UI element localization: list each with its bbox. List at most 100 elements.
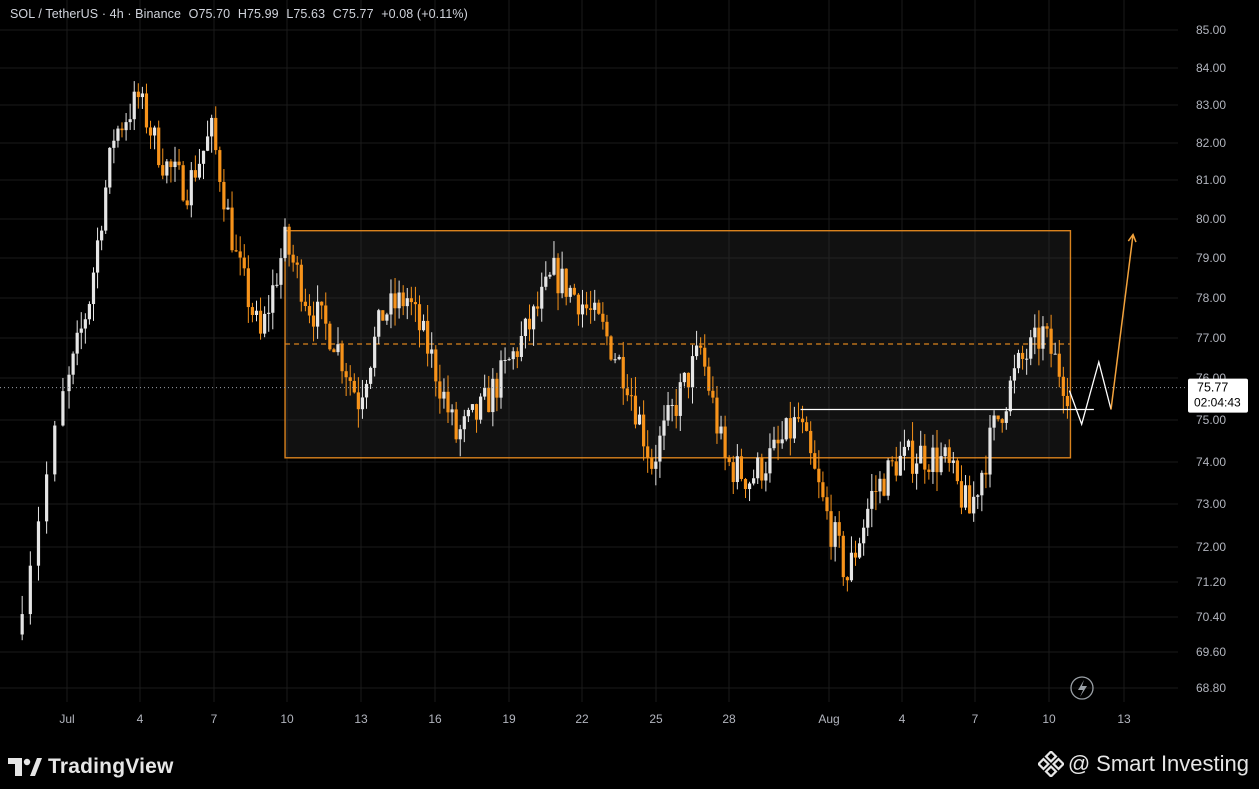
price-chart[interactable]: 85.00 84.00 83.00 82.00 81.00 80.00 79.00 78.00… xyxy=(0,0,1259,736)
candle-body xyxy=(829,511,833,547)
candle-body xyxy=(238,251,242,258)
candle-body xyxy=(116,128,120,141)
candle-body xyxy=(853,552,858,558)
candle-body xyxy=(1037,327,1041,349)
candle-body xyxy=(723,426,727,459)
x-tick-label: Jul xyxy=(59,712,74,726)
candle-body xyxy=(413,302,418,305)
candle-body xyxy=(637,414,642,425)
candle-body xyxy=(1025,358,1029,360)
x-tick-label: 10 xyxy=(280,712,294,726)
candle-body xyxy=(866,508,870,528)
candle-body xyxy=(368,367,373,384)
candle-body xyxy=(629,395,633,397)
candle-body xyxy=(430,349,434,354)
candle-body xyxy=(185,200,189,206)
candle-body xyxy=(662,420,666,436)
x-tick-label: 4 xyxy=(899,712,906,726)
chart-area[interactable]: 85.00 84.00 83.00 82.00 81.00 80.00 79.00 78.00… xyxy=(0,0,1259,789)
candle-body xyxy=(507,359,511,361)
candle-body xyxy=(458,429,462,440)
candle-body xyxy=(654,461,658,469)
candle-body xyxy=(446,391,450,413)
candle-body xyxy=(503,360,507,362)
candle-body xyxy=(792,417,796,439)
candle-body xyxy=(381,310,385,321)
y-tick-label: 69.60 xyxy=(1196,645,1226,659)
credit-name: Smart Investing xyxy=(1096,751,1249,776)
candle-body xyxy=(140,93,144,98)
candle-body xyxy=(642,414,646,447)
candle-body xyxy=(646,446,650,458)
candle-body xyxy=(132,91,136,120)
candle-body xyxy=(772,439,776,449)
candle-body xyxy=(173,161,177,168)
tradingview-logo[interactable]: TradingView xyxy=(8,755,174,779)
candle-body xyxy=(299,264,303,302)
y-tick-label: 80.00 xyxy=(1196,212,1226,226)
candle-body xyxy=(1061,376,1065,396)
candle-body xyxy=(499,360,503,398)
x-tick-label: 10 xyxy=(1042,712,1056,726)
candle-body xyxy=(862,527,866,544)
candle-body xyxy=(650,457,654,469)
candle-body xyxy=(976,495,980,497)
y-tick-label: 83.00 xyxy=(1196,98,1226,112)
candle-body xyxy=(625,388,629,396)
candle-body xyxy=(857,543,862,558)
candle-body xyxy=(784,418,788,440)
candle-body xyxy=(336,344,340,353)
candle-body xyxy=(340,344,344,372)
candle-body xyxy=(927,469,931,472)
tradingview-logo-icon xyxy=(8,758,42,776)
candle-body xyxy=(805,422,809,431)
candle-body xyxy=(601,313,605,322)
y-tick-label: 84.00 xyxy=(1196,61,1226,75)
candle-body xyxy=(1016,352,1021,369)
high-value: H75.99 xyxy=(237,7,279,21)
candle-body xyxy=(67,374,71,392)
candle-body xyxy=(874,490,878,492)
candle-body xyxy=(947,447,951,463)
candle-body xyxy=(483,387,487,397)
price-tag-countdown: 02:04:43 xyxy=(1194,396,1241,410)
candle-body xyxy=(694,345,699,357)
candle-body xyxy=(580,304,585,315)
candle-body xyxy=(165,161,169,176)
candle-body xyxy=(548,274,552,277)
candle-body xyxy=(593,302,597,310)
candle-body xyxy=(519,336,523,357)
candle-body xyxy=(234,250,238,252)
symbol-label[interactable]: SOL / TetherUS · 4h · Binance xyxy=(10,7,181,21)
candle-body xyxy=(992,415,996,428)
candle-body xyxy=(324,305,328,324)
candle-body xyxy=(1029,337,1033,359)
candle-body xyxy=(61,391,65,426)
candle-body xyxy=(271,285,275,313)
candle-body xyxy=(1041,326,1045,349)
candle-body xyxy=(690,356,695,388)
candle-body xyxy=(849,552,854,581)
candle-body xyxy=(837,522,841,536)
candle-body xyxy=(674,404,678,416)
close-value: C75.77 xyxy=(332,7,374,21)
candle-body xyxy=(1020,352,1025,359)
candle-body xyxy=(955,460,959,482)
candle-body xyxy=(201,150,206,164)
candle-body xyxy=(931,447,935,472)
candle-body xyxy=(45,474,49,522)
x-tick-label: 25 xyxy=(649,712,663,726)
candle-body xyxy=(153,127,157,136)
candle-body xyxy=(405,298,409,307)
candle-body xyxy=(364,383,369,398)
candle-body xyxy=(148,127,153,136)
candle-body xyxy=(731,462,735,483)
candle-body xyxy=(291,254,295,263)
candle-body xyxy=(136,91,140,98)
candle-body xyxy=(124,122,128,131)
projection-zigzag xyxy=(1068,359,1112,427)
candle-body xyxy=(870,490,874,509)
candle-body xyxy=(752,478,756,484)
y-axis: 85.00 84.00 83.00 82.00 81.00 80.00 79.00 78.00… xyxy=(1196,23,1226,695)
candle-body xyxy=(800,418,805,423)
